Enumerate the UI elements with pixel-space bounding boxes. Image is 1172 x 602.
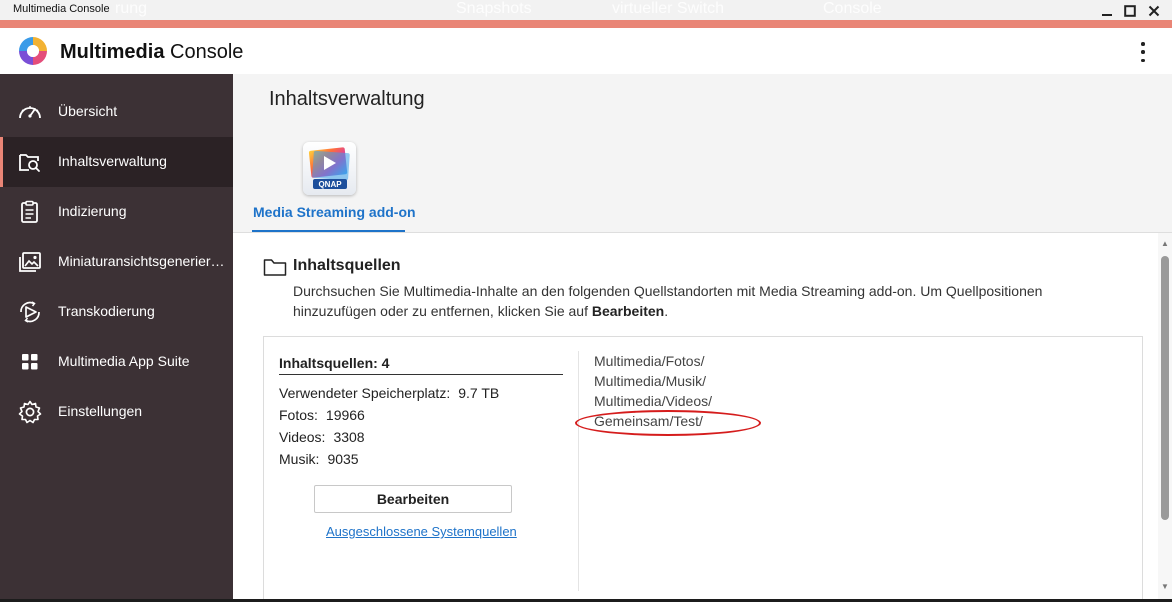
sidebar-item-label: Inhaltsverwaltung <box>58 153 167 169</box>
sidebar-item-indizierung[interactable]: Indizierung <box>0 187 233 237</box>
content-sources-card: Inhaltsquellen: 4 Verwendeter Speicherpl… <box>263 336 1143 602</box>
scrollbar-thumb[interactable] <box>1161 256 1169 520</box>
app-name: Multimedia Console <box>60 41 244 63</box>
transcode-icon <box>20 301 40 323</box>
source-path-item: Multimedia/Musik/ <box>594 373 707 389</box>
content-sources-count: Inhaltsquellen: 4 <box>279 355 390 371</box>
gear-icon <box>18 400 42 424</box>
sidebar-item-label: Indizierung <box>58 203 127 219</box>
maximize-button[interactable] <box>1121 3 1139 19</box>
sidebar-item-label: Übersicht <box>58 103 118 119</box>
maximize-icon <box>1124 5 1136 17</box>
media-streaming-tab-icon[interactable]: QNAP <box>303 142 356 195</box>
tab-media-streaming-add-on[interactable]: Media Streaming add-on <box>253 204 416 220</box>
sidebar-item-label: Transkodierung <box>58 303 155 319</box>
ghost-tab-text: rung <box>115 0 148 17</box>
sidebar-item-miniaturansichtsgenerierung[interactable]: Miniaturansichtsgenerierung <box>0 237 233 287</box>
section-title: Inhaltsquellen <box>293 257 401 274</box>
page-header: Inhaltsverwaltung QNAP Media Streaming a… <box>233 74 1172 233</box>
sidebar-item-label: Miniaturansichtsgenerierung <box>58 253 230 269</box>
card-divider <box>578 351 579 591</box>
minimize-button[interactable] <box>1098 3 1116 19</box>
page-title: Inhaltsverwaltung <box>269 88 425 110</box>
photos-count-row: Fotos: 19966 <box>279 407 365 423</box>
clipboard-icon <box>21 200 38 223</box>
app-header: Multimedia Console <box>0 28 1172 74</box>
music-count-row: Musik: 9035 <box>279 451 359 467</box>
more-options-button[interactable] <box>1134 42 1152 62</box>
content-search-icon <box>19 154 40 172</box>
sidebar-item-uebersicht[interactable]: Übersicht <box>0 87 233 137</box>
storage-used-row: Verwendeter Speicherplatz: 9.7 TB <box>279 385 500 401</box>
minimize-icon <box>1102 14 1112 16</box>
sidebar-item-multimedia-app-suite[interactable]: Multimedia App Suite <box>0 337 233 387</box>
multimedia-console-logo-icon <box>19 37 47 65</box>
accent-strip <box>0 20 1172 28</box>
qnap-media-streaming-icon: QNAP <box>308 147 350 189</box>
source-path-item: Multimedia/Fotos/ <box>594 353 705 369</box>
scroll-down-arrow-icon[interactable]: ▼ <box>1160 581 1170 591</box>
videos-count-row: Videos: 3308 <box>279 429 365 445</box>
ghost-tab-text: Console <box>823 0 882 17</box>
kebab-dot-icon <box>1141 58 1145 62</box>
source-path-item: Multimedia/Videos/ <box>594 393 713 409</box>
sidebar-item-inhaltsverwaltung[interactable]: Inhaltsverwaltung <box>0 137 233 187</box>
window-title: Multimedia Console <box>13 3 110 15</box>
red-circle-annotation <box>575 410 761 436</box>
stats-divider <box>279 374 563 375</box>
image-gallery-icon <box>19 252 41 272</box>
close-icon <box>1148 5 1160 17</box>
folder-icon <box>263 259 287 276</box>
sidebar-item-transkodierung[interactable]: Transkodierung <box>0 287 233 337</box>
ghost-tab-text: virtueller Switch <box>612 0 725 17</box>
kebab-dot-icon <box>1141 42 1145 46</box>
sidebar: Übersicht Inhaltsverwaltung Indizierung … <box>0 74 233 602</box>
sidebar-item-einstellungen[interactable]: Einstellungen <box>0 387 233 437</box>
close-button[interactable] <box>1145 3 1163 19</box>
excluded-system-sources-link[interactable]: Ausgeschlossene Systemquellen <box>326 524 517 539</box>
sidebar-item-label: Multimedia App Suite <box>58 353 190 369</box>
sidebar-item-label: Einstellungen <box>58 403 143 419</box>
scroll-up-arrow-icon[interactable]: ▲ <box>1160 238 1170 248</box>
ghost-tab-text: Snapshots <box>456 0 532 17</box>
speedometer-icon <box>19 106 41 119</box>
section-description: Durchsuchen Sie Multimedia-Inhalte an de… <box>293 283 1043 319</box>
qnap-logo-text: QNAP <box>318 180 342 189</box>
edit-button[interactable]: Bearbeiten <box>314 485 512 513</box>
content-panel: Inhaltsquellen Durchsuchen Sie Multimedi… <box>233 233 1158 602</box>
app-grid-icon <box>22 354 38 370</box>
kebab-dot-icon <box>1141 50 1145 54</box>
